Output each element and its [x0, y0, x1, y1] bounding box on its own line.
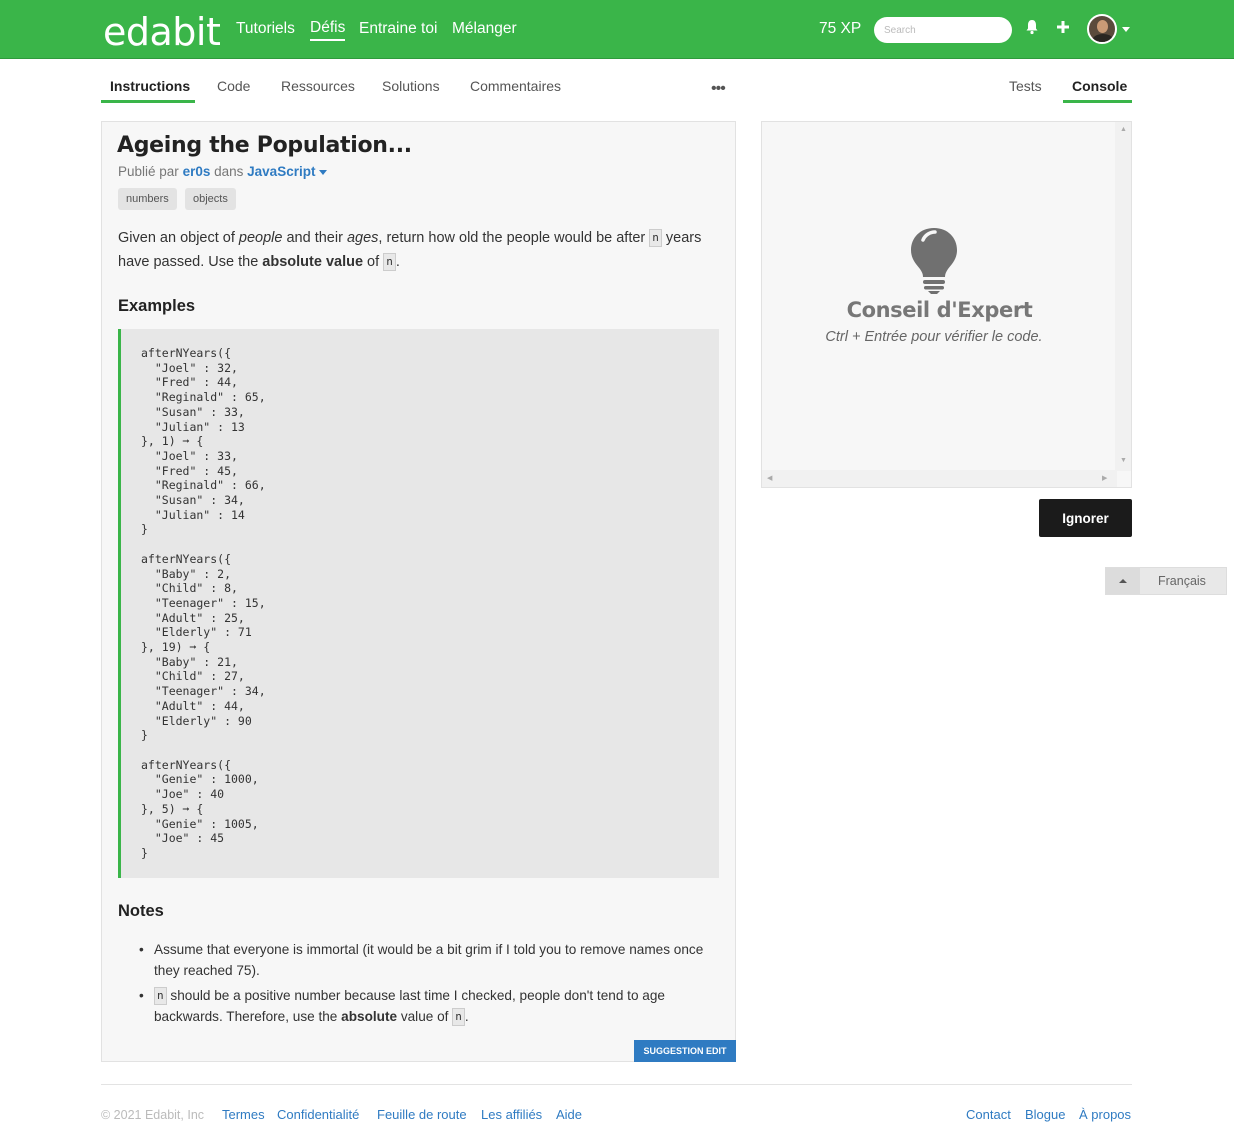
tab-active-indicator — [101, 100, 195, 103]
tab-ressources[interactable]: Ressources — [281, 78, 355, 94]
challenge-description: Given an object of people and their ages… — [118, 229, 702, 272]
language-switcher[interactable]: Français — [1105, 567, 1227, 595]
vertical-scrollbar[interactable]: ▲ ▼ — [1115, 122, 1131, 471]
tip-text: Ctrl + Entrée pour vérifier le code. — [825, 329, 1043, 345]
footer-link-contact[interactable]: Contact — [966, 1107, 1011, 1122]
chevron-down-icon[interactable] — [1122, 27, 1130, 32]
byline: Publié par er0s dans JavaScript — [118, 164, 328, 179]
notes-heading: Notes — [118, 902, 164, 920]
tab-console[interactable]: Console — [1072, 78, 1127, 94]
examples-codeblock: afterNYears({ "Joel" : 32, "Fred" : 44, … — [118, 329, 719, 878]
list-item: Assume that everyone is immortal (it wou… — [136, 939, 726, 981]
language-link[interactable]: JavaScript — [247, 164, 315, 179]
tab-active-indicator-right — [1063, 100, 1132, 103]
nav-tutoriels[interactable]: Tutoriels — [236, 20, 295, 38]
tab-tests[interactable]: Tests — [1009, 78, 1042, 94]
caret-down-icon[interactable] — [319, 169, 328, 175]
scroll-down-icon: ▼ — [1120, 457, 1127, 464]
tab-solutions[interactable]: Solutions — [382, 78, 440, 94]
footer-link-confidentialite[interactable]: Confidentialité — [277, 1107, 359, 1122]
footer-divider — [101, 1084, 1132, 1085]
bell-icon[interactable] — [1025, 19, 1039, 40]
examples-code: afterNYears({ "Joel" : 32, "Fred" : 44, … — [141, 346, 266, 860]
footer-link-termes[interactable]: Termes — [222, 1107, 265, 1122]
tab-code[interactable]: Code — [217, 78, 250, 94]
tag-numbers[interactable]: numbers — [118, 188, 177, 210]
inline-code-n: n — [383, 253, 396, 272]
footer-link-blogue[interactable]: Blogue — [1025, 1107, 1065, 1122]
edabit-logo[interactable]: edabit — [103, 10, 221, 54]
lightbulb-icon — [911, 228, 957, 294]
footer-link-feuille-de-route[interactable]: Feuille de route — [377, 1107, 467, 1122]
tip-title: Conseil d'Expert — [846, 298, 1033, 322]
tab-commentaires[interactable]: Commentaires — [470, 78, 561, 94]
language-label: Français — [1158, 574, 1206, 588]
plus-icon[interactable] — [1056, 20, 1070, 39]
more-options-icon[interactable]: ••• — [711, 80, 726, 98]
scroll-right-icon: ▶ — [1102, 475, 1108, 482]
ignore-button[interactable]: Ignorer — [1039, 499, 1132, 537]
footer-link-affilies[interactable]: Les affiliés — [481, 1107, 542, 1122]
examples-heading: Examples — [118, 297, 196, 315]
author-link[interactable]: er0s — [183, 164, 211, 179]
copyright: © 2021 Edabit, Inc — [101, 1108, 205, 1122]
suggestion-edit-button[interactable]: SUGGESTION EDIT — [634, 1040, 736, 1062]
challenge-title: Ageing the Population... — [117, 133, 412, 158]
inline-code-n: n — [649, 229, 662, 248]
chevron-up-icon[interactable] — [1106, 568, 1140, 594]
notes-list: Assume that everyone is immortal (it wou… — [136, 939, 726, 1031]
footer-link-aide[interactable]: Aide — [556, 1107, 582, 1122]
avatar[interactable] — [1087, 14, 1117, 44]
xp-counter: 75 XP — [819, 20, 862, 37]
top-navbar: edabit Tutoriels Défis Entraine toi Méla… — [0, 0, 1234, 59]
tab-instructions[interactable]: Instructions — [110, 78, 190, 94]
scroll-up-icon: ▲ — [1120, 126, 1127, 133]
footer-link-a-propos[interactable]: À propos — [1079, 1107, 1131, 1122]
nav-melanger[interactable]: Mélanger — [452, 20, 517, 38]
scroll-left-icon: ◀ — [767, 475, 773, 482]
nav-defis[interactable]: Défis — [310, 19, 346, 41]
search-input[interactable] — [874, 17, 1012, 43]
tag-objects[interactable]: objects — [185, 188, 236, 210]
horizontal-scrollbar[interactable]: ◀ ▶ — [762, 470, 1117, 487]
nav-entraine-toi[interactable]: Entraine toi — [359, 20, 437, 38]
list-item: n should be a positive number because la… — [136, 985, 726, 1027]
